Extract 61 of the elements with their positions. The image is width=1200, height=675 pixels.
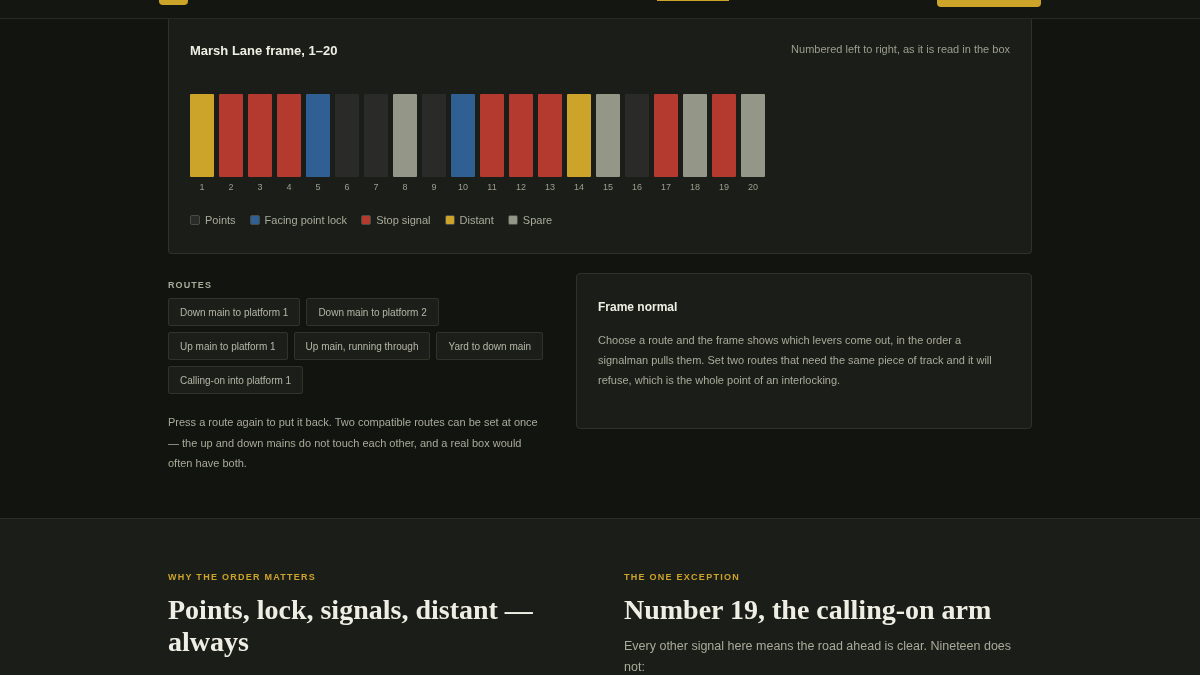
legend-label: Points <box>205 213 236 228</box>
lever[interactable] <box>509 93 533 177</box>
lever-number: 19 <box>719 180 729 194</box>
lever[interactable] <box>480 93 504 177</box>
lever-number: 7 <box>373 180 379 194</box>
section-heading: Number 19, the calling-on arm <box>624 594 993 626</box>
legend-label: Facing point lock <box>264 213 348 228</box>
section-eyebrow: WHY THE ORDER MATTERS <box>168 570 318 584</box>
lever[interactable] <box>567 93 591 177</box>
frame-title: Marsh Lane frame, 1–20 <box>190 42 338 60</box>
lever[interactable] <box>393 93 417 177</box>
lever-number: 4 <box>286 180 292 194</box>
lever-number: 8 <box>402 180 408 194</box>
lever[interactable] <box>596 93 620 177</box>
lever-number: 5 <box>315 180 321 194</box>
route-button[interactable]: Down main to platform 2 <box>306 298 439 326</box>
route-button[interactable]: Down main to platform 1 <box>168 298 301 326</box>
lever[interactable] <box>306 93 330 177</box>
lever-number: 3 <box>257 180 263 194</box>
routes-hint: Press a route again to put it back. Two compatible routes can be set at once — the up and down mains do not touch each other, and a real box would often have both. <box>168 415 539 471</box>
lever[interactable] <box>741 93 765 177</box>
route-button[interactable]: Up main to platform 1 <box>168 332 288 360</box>
lever-number: 10 <box>458 180 468 194</box>
lever[interactable] <box>248 93 272 177</box>
lever-number: 16 <box>632 180 642 194</box>
section-heading: Points, lock, signals, distant — always <box>168 594 534 658</box>
route-button[interactable]: Up main, running through <box>293 332 431 360</box>
lever[interactable] <box>190 93 214 177</box>
lever-number: 15 <box>603 180 613 194</box>
status-text: Choose a route and the frame shows which levers come out, in the order a signalman pulls them. Set two routes that need the same piece of track and it will refuse, which is the whole point of an interlocking. <box>598 332 993 388</box>
lever-number: 14 <box>574 180 584 194</box>
route-button[interactable]: Calling-on into platform 1 <box>168 366 304 394</box>
lever[interactable] <box>683 93 707 177</box>
section-text: Every other signal here means the road ahead is clear. Nineteen does not: <box>624 638 1013 675</box>
lever-number: 20 <box>748 180 758 194</box>
legend-label: Stop signal <box>376 213 431 228</box>
lever-number: 1 <box>199 180 205 194</box>
lever-number: 17 <box>661 180 671 194</box>
status-title: Frame normal <box>598 298 679 316</box>
route-button[interactable]: Yard to down main <box>436 332 544 360</box>
lever[interactable] <box>538 93 562 177</box>
lever-number: 2 <box>228 180 234 194</box>
legend-label: Distant <box>459 213 494 228</box>
lever-number: 12 <box>516 180 526 194</box>
lever-number: 13 <box>545 180 555 194</box>
lever[interactable] <box>654 93 678 177</box>
lever[interactable] <box>277 93 301 177</box>
section-eyebrow: THE ONE EXCEPTION <box>624 570 741 584</box>
lever[interactable] <box>219 93 243 177</box>
lever-number: 9 <box>431 180 437 194</box>
lever[interactable] <box>451 93 475 177</box>
lever-number: 6 <box>344 180 350 194</box>
lever-number: 18 <box>690 180 700 194</box>
lever[interactable] <box>712 93 736 177</box>
nav-underline <box>657 0 729 1</box>
logo-icon <box>159 0 188 5</box>
lever-number: 11 <box>487 180 497 194</box>
header-button[interactable] <box>937 0 1041 7</box>
frame-note: Numbered left to right, as it is read in the box <box>791 42 1010 57</box>
legend-label: Spare <box>522 213 553 228</box>
routes-heading: ROUTES <box>168 278 213 292</box>
